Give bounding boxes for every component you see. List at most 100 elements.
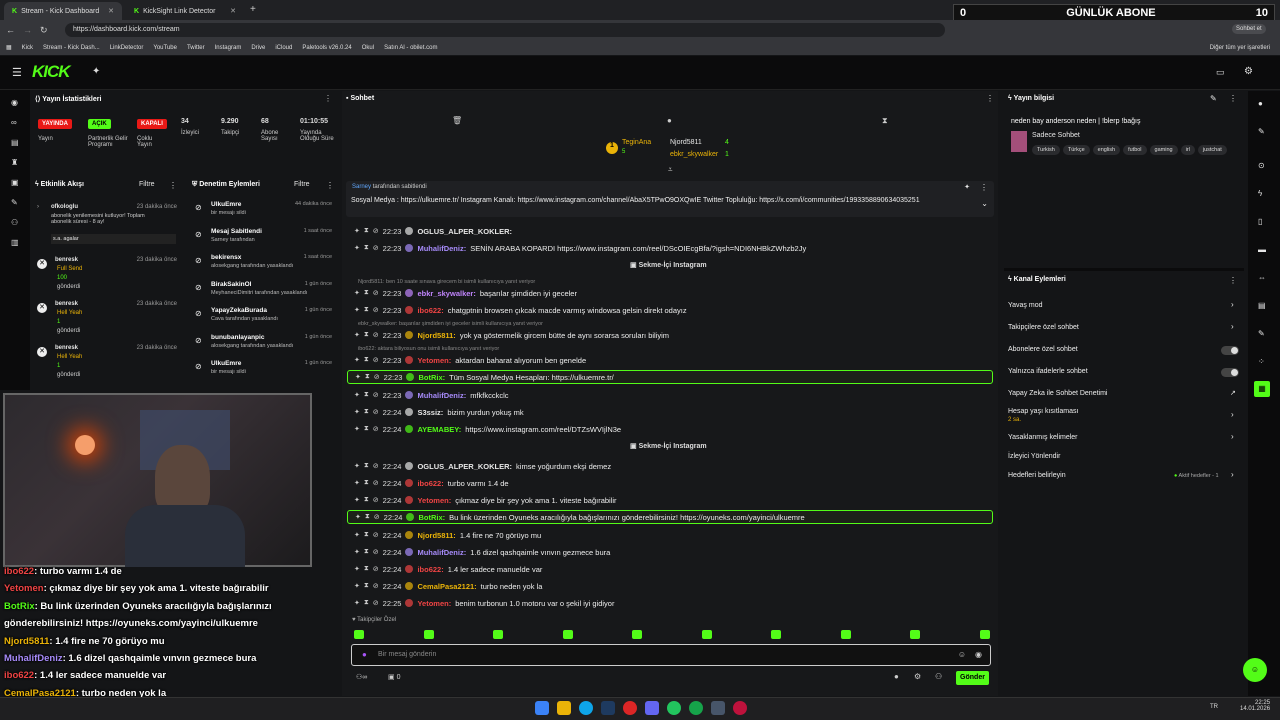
message-username[interactable]: Njord5811: xyxy=(417,331,455,340)
more-icon[interactable]: ⋮ xyxy=(169,181,177,190)
menu-icon[interactable]: ☰ xyxy=(12,66,22,79)
more-icon[interactable]: ⋮ xyxy=(324,94,332,103)
explorer-icon[interactable] xyxy=(557,701,571,715)
chat-message[interactable]: ✦ ⧗ ⊘ 22:24 S3ssiz: bizim yurdun yokuş mk xyxy=(354,405,524,419)
gift-icon[interactable]: ◉ xyxy=(975,650,982,659)
forward-icon[interactable]: → xyxy=(23,25,32,35)
message-username[interactable]: BotRix: xyxy=(418,373,445,382)
message-username[interactable]: MuhalifDeniz: xyxy=(417,244,466,253)
timeout-icon[interactable]: ⧗ xyxy=(364,356,369,364)
stream-icon[interactable]: ◉ xyxy=(11,98,18,107)
pin-icon[interactable]: ✦ xyxy=(354,531,360,539)
pin-icon[interactable]: ✦ xyxy=(354,462,360,470)
tools-icon[interactable]: ✎ xyxy=(11,198,18,207)
bookmark[interactable]: Instagram xyxy=(215,45,242,51)
pin-icon[interactable]: ✦ xyxy=(354,244,360,252)
raid-icon[interactable]: ⇔ xyxy=(1258,273,1266,282)
emote-icon[interactable]: ☺ xyxy=(958,650,966,659)
emote-icon[interactable] xyxy=(562,630,573,639)
message-username[interactable]: MuhalifDeniz: xyxy=(417,391,466,400)
trash-icon[interactable]: 🗑 xyxy=(452,116,462,125)
message-username[interactable]: Yetomen: xyxy=(417,356,451,365)
pin-icon[interactable]: ✦ xyxy=(964,183,970,191)
timeout-icon[interactable]: ⧗ xyxy=(364,496,369,504)
ban-icon[interactable]: ⊘ xyxy=(373,408,379,416)
archive-icon[interactable]: ▥ xyxy=(11,238,19,247)
whatsapp-icon[interactable] xyxy=(689,701,703,715)
ban-icon[interactable]: ⊘ xyxy=(373,531,379,539)
message-username[interactable]: OGLUS_ALPER_KOKLER: xyxy=(417,462,512,471)
wrench-icon[interactable]: ✎ xyxy=(1258,329,1265,338)
chat-message[interactable]: ✦ ⧗ ⊘ 22:24 ibo622: 1.4 ler sadece manuelde v… xyxy=(354,562,542,576)
chat-message[interactable]: ✦ ⧗ ⊘ 22:23 ebkr_skywalker: başarılar şimdide… xyxy=(354,286,577,300)
chat-message[interactable]: ✦ ⧗ ⊘ 22:24 AYEMABEY: https://www.instagram.c… xyxy=(354,422,621,436)
steam-icon[interactable] xyxy=(601,701,615,715)
ban-icon[interactable]: ⊘ xyxy=(373,582,379,590)
lightning-icon[interactable]: ϟ xyxy=(1258,189,1262,198)
url-input[interactable]: https://dashboard.kick.com/stream xyxy=(65,23,945,37)
obs-icon[interactable] xyxy=(733,701,747,715)
timeout-icon[interactable]: ⧗ xyxy=(364,244,369,252)
message-username[interactable]: CemalPasa2121: xyxy=(417,582,476,591)
send-button[interactable]: Gönder xyxy=(956,671,989,685)
collapse-icon[interactable]: ⩡ xyxy=(668,165,673,175)
activity-filter-button[interactable]: Filtre xyxy=(139,181,155,188)
pin-icon[interactable]: ✦ xyxy=(354,356,360,364)
bookmark[interactable]: iCloud xyxy=(275,45,292,51)
chat-message[interactable]: ✦ ⧗ ⊘ 22:24 Njord5811: 1.4 fire ne 70 görüyo … xyxy=(354,528,541,542)
timeout-icon[interactable]: ⧗ xyxy=(364,331,369,339)
pin-icon[interactable]: ✦ xyxy=(354,496,360,504)
bookmark[interactable]: Stream - Kick Dash... xyxy=(43,45,100,51)
layout-icon[interactable]: ▤ xyxy=(1258,301,1266,310)
close-icon[interactable]: ✕ xyxy=(108,7,114,15)
more-icon[interactable]: ⋮ xyxy=(326,181,334,190)
ban-icon[interactable]: ⊘ xyxy=(373,289,379,297)
kick-logo[interactable]: KICK xyxy=(32,62,71,82)
bookmark[interactable]: YouTube xyxy=(153,45,177,51)
chat-message[interactable]: ✦ ⧗ ⊘ 22:24 OGLUS_ALPER_KOKLER: kimse yoğurdu… xyxy=(354,459,611,473)
tag[interactable]: justchat xyxy=(1197,145,1227,155)
more-icon[interactable]: ⋮ xyxy=(1229,276,1237,285)
timeout-icon[interactable]: ⧗ xyxy=(364,306,369,314)
emote-icon[interactable] xyxy=(840,630,851,639)
chevron-right-icon[interactable]: › xyxy=(1231,410,1234,419)
tag[interactable]: irl xyxy=(1180,145,1195,155)
pin-icon[interactable]: ✦ xyxy=(355,373,361,381)
bookmark[interactable]: LinkDetector xyxy=(110,45,144,51)
pin-icon[interactable]: ✦ xyxy=(354,227,360,235)
chat-input[interactable]: ● Bir mesaj gönderin ☺ ◉ xyxy=(351,644,991,666)
ban-icon[interactable]: ⊘ xyxy=(373,462,379,470)
followers-only-item[interactable]: Takipçilere özel sohbet xyxy=(1008,324,1079,331)
ban-icon[interactable]: ⊘ xyxy=(373,425,379,433)
ban-icon[interactable]: ⊘ xyxy=(373,479,379,487)
chat-message[interactable]: ✦ ⧗ ⊘ 22:25 Yetomen: benim turbonun 1.0 motor… xyxy=(354,596,614,610)
gear-icon[interactable]: ⚙ xyxy=(914,672,921,681)
phone-icon[interactable]: ▯ xyxy=(1258,217,1262,226)
pin-icon[interactable]: ✦ xyxy=(354,391,360,399)
dashboard-icon[interactable]: ▤ xyxy=(11,138,19,147)
reply-context[interactable]: ibo622: aktara biliyosun onu isimli kull… xyxy=(358,346,499,352)
chevron-right-icon[interactable]: › xyxy=(1231,432,1234,441)
users-icon[interactable]: ⚇ xyxy=(935,672,942,681)
chat-message[interactable]: ✦ ⧗ ⊘ 22:23 ibo622: chatgptnin browsen çıkcak… xyxy=(354,303,687,317)
app-icon[interactable] xyxy=(711,701,725,715)
message-username[interactable]: AYEMABEY: xyxy=(417,425,461,434)
target-icon[interactable]: ⊙ xyxy=(1258,161,1265,170)
more-icon[interactable]: ⋮ xyxy=(986,94,994,103)
timeout-icon[interactable]: ⧗ xyxy=(364,408,369,416)
timeout-icon[interactable]: ⧗ xyxy=(364,565,369,573)
chevron-right-icon[interactable]: › xyxy=(1231,300,1234,309)
pin-icon[interactable]: ✦ xyxy=(354,565,360,573)
ban-icon[interactable]: ⊘ xyxy=(373,599,379,607)
timeout-icon[interactable]: ⧗ xyxy=(364,548,369,556)
bookmark[interactable]: Satın Al - obilet.com xyxy=(384,45,437,51)
chat-message[interactable]: ✦ ⧗ ⊘ 22:23 OGLUS_ALPER_KOKLER: xyxy=(354,224,516,238)
message-username[interactable]: S3ssiz: xyxy=(417,408,443,417)
points-icon[interactable]: ⚇∞ xyxy=(356,673,367,681)
ban-icon[interactable]: ⊘ xyxy=(373,244,379,252)
message-username[interactable]: Njord5811: xyxy=(417,531,455,540)
pin-icon[interactable]: ✦ xyxy=(354,582,360,590)
bookmark[interactable]: Drive xyxy=(251,45,265,51)
pin-icon[interactable]: ✦ xyxy=(354,548,360,556)
message-username[interactable]: ibo622: xyxy=(417,565,443,574)
